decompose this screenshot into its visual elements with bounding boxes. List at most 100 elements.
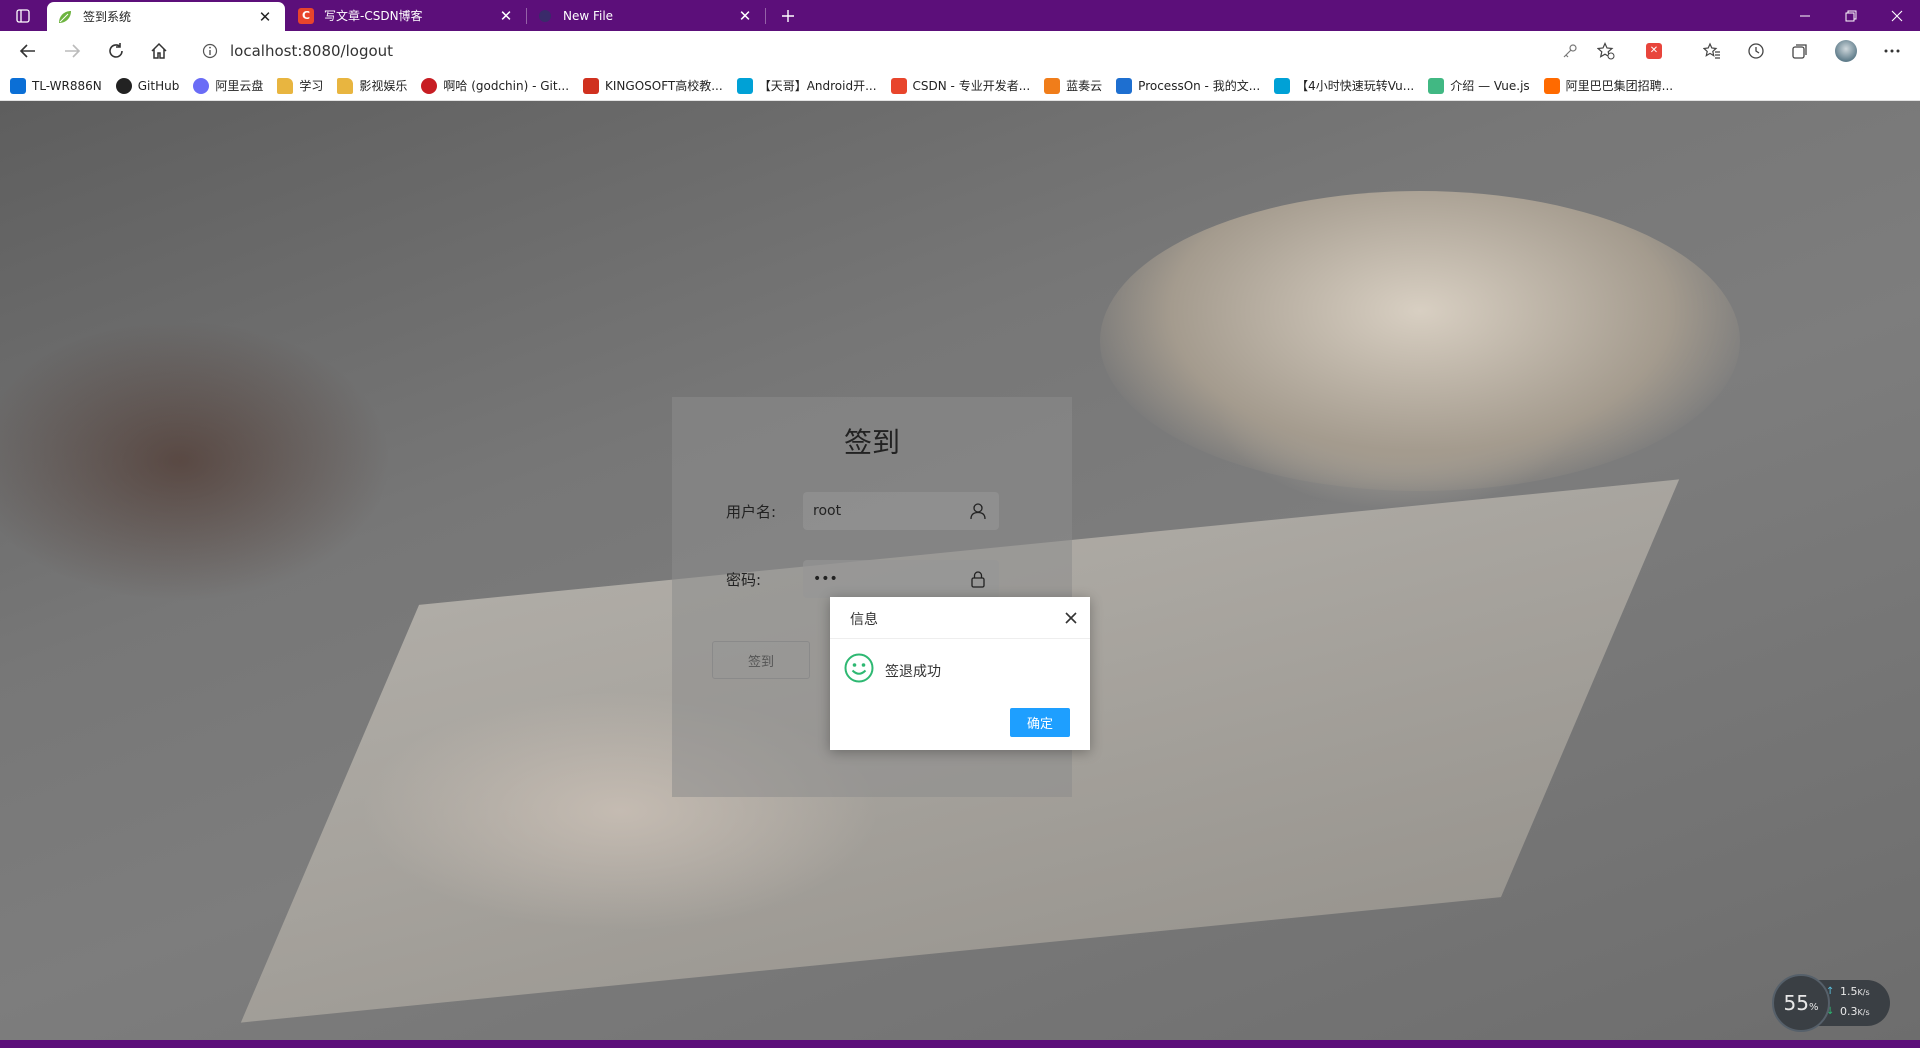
refresh-icon[interactable]	[100, 35, 132, 67]
tab-new-file[interactable]: New File ✕	[527, 0, 765, 31]
gitee-icon	[421, 77, 438, 94]
lanzou-icon	[1044, 77, 1061, 94]
bookmark-item[interactable]: ProcessOn - 我的文...	[1116, 77, 1260, 94]
card-title: 签到	[843, 426, 900, 459]
bilibili-icon	[1274, 77, 1291, 94]
url-text[interactable]: localhost:8080/logout	[230, 42, 393, 60]
processon-icon	[1116, 77, 1133, 94]
tab-close-icon[interactable]: ✕	[257, 9, 273, 25]
bookmark-label: 介绍 — Vue.js	[1450, 79, 1530, 93]
leaf-icon	[57, 9, 73, 25]
tab-separator	[765, 8, 766, 24]
bookmark-label: GitHub	[137, 78, 180, 93]
user-icon	[969, 502, 987, 520]
bookmark-label: 学习	[299, 79, 324, 93]
browser-toolbar: localhost:8080/logout ✕	[0, 31, 1920, 71]
history-icon[interactable]	[1740, 35, 1772, 67]
bookmark-item[interactable]: 阿里巴巴集团招聘...	[1543, 77, 1674, 94]
smile-icon	[844, 653, 874, 683]
bookmark-label: 阿里云盘	[215, 79, 264, 93]
github-icon	[115, 77, 132, 94]
bookmark-item[interactable]: TL-WR886N	[10, 77, 102, 94]
page-background: 签到 用户名: root 密码: ••• 签到 信息 签退成功 确定 ↑ 1.5…	[0, 101, 1920, 1040]
upload-rate: 1.5K/s	[1840, 985, 1870, 998]
bookmark-item[interactable]: CSDN - 专业开发者...	[890, 77, 1031, 94]
password-value: •••	[813, 571, 838, 587]
password-label: 密码:	[726, 571, 762, 589]
tab-close-icon[interactable]: ✕	[737, 8, 753, 24]
tab-signin-system[interactable]: 签到系统 ✕	[47, 2, 285, 31]
new-tab-icon[interactable]	[770, 0, 806, 31]
bookmark-label: 啊哈 (godchin) - Git...	[443, 79, 570, 93]
taskbar-strip	[0, 1040, 1920, 1048]
bookmark-label: TL-WR886N	[32, 78, 102, 93]
info-icon[interactable]	[202, 43, 218, 59]
tab-label: 写文章-CSDN博客	[324, 9, 423, 23]
folder-icon	[277, 77, 294, 94]
tab-actions-icon[interactable]	[0, 0, 46, 31]
bookmark-item[interactable]: 阿里云盘	[193, 77, 263, 94]
bookmark-item[interactable]: 介绍 — Vue.js	[1428, 77, 1530, 94]
address-bar[interactable]: localhost:8080/logout	[188, 36, 1608, 66]
bookmark-label: 【天哥】Android开...	[758, 79, 877, 93]
username-input[interactable]: root	[803, 492, 999, 530]
close-window-icon[interactable]	[1874, 0, 1920, 31]
bookmark-item[interactable]: 学习	[277, 77, 323, 94]
tab-label: 签到系统	[83, 10, 132, 24]
restore-icon[interactable]	[1828, 0, 1874, 31]
lock-icon	[969, 570, 987, 588]
message-dialog: 信息 签退成功 确定	[830, 597, 1090, 750]
tab-close-icon[interactable]: ✕	[498, 8, 514, 24]
usage-percent: 55	[1783, 991, 1809, 1015]
collections-icon[interactable]	[1784, 35, 1816, 67]
background-candle	[1100, 191, 1740, 491]
username-label: 用户名:	[726, 503, 777, 521]
back-icon[interactable]	[12, 35, 44, 67]
csdn-icon	[890, 77, 907, 94]
alibaba-icon	[1543, 77, 1560, 94]
ok-button[interactable]: 确定	[1010, 708, 1070, 737]
close-icon[interactable]	[1062, 609, 1080, 627]
dialog-title: 信息	[850, 612, 878, 628]
network-usage-gauge: 55%	[1772, 974, 1830, 1032]
kingosoft-icon	[583, 77, 600, 94]
download-rate: 0.3K/s	[1840, 1005, 1870, 1018]
bookmark-label: 【4小时快速玩转Vu...	[1296, 79, 1415, 93]
csdn-icon: C	[298, 7, 314, 24]
bookmark-item[interactable]: 【天哥】Android开...	[736, 77, 877, 94]
usage-percent-unit: %	[1808, 1001, 1819, 1013]
bookmark-item[interactable]: 啊哈 (godchin) - Git...	[421, 77, 569, 94]
home-icon[interactable]	[143, 35, 175, 67]
tab-csdn-write[interactable]: C 写文章-CSDN博客 ✕	[288, 0, 526, 31]
bilibili-icon	[736, 77, 753, 94]
bookmark-item[interactable]: GitHub	[115, 77, 180, 94]
folder-icon	[337, 77, 354, 94]
file-icon	[537, 8, 553, 24]
bookmarks-bar: TL-WR886N GitHub 阿里云盘 学习 影视娱乐 啊哈 (godchin) - …	[0, 71, 1920, 101]
bookmark-item[interactable]: KINGOSOFT高校教...	[583, 77, 723, 94]
username-value: root	[813, 503, 842, 519]
bookmark-item[interactable]: 【4小时快速玩转Vu...	[1274, 77, 1414, 94]
signin-button[interactable]: 签到	[712, 641, 810, 679]
bookmark-label: CSDN - 专业开发者...	[912, 79, 1031, 93]
bookmark-item[interactable]: 影视娱乐	[337, 77, 407, 94]
extension-icon[interactable]: ✕	[1638, 35, 1670, 67]
forward-icon[interactable]	[56, 35, 88, 67]
bookmark-label: ProcessOn - 我的文...	[1138, 79, 1261, 93]
favorites-icon[interactable]	[1696, 35, 1728, 67]
tab-label: New File	[563, 8, 614, 23]
more-icon[interactable]	[1876, 35, 1908, 67]
bookmark-label: 蓝奏云	[1066, 79, 1103, 93]
add-favorite-icon[interactable]	[1590, 35, 1622, 67]
key-icon[interactable]	[1554, 35, 1586, 67]
bookmark-label: KINGOSOFT高校教...	[605, 79, 723, 93]
bookmark-label: 阿里巴巴集团招聘...	[1565, 79, 1674, 93]
aliyun-drive-icon	[193, 77, 210, 94]
bookmark-item[interactable]: 蓝奏云	[1044, 77, 1102, 94]
minimize-icon[interactable]	[1782, 0, 1828, 31]
dialog-message: 签退成功	[885, 664, 941, 680]
network-monitor-widget[interactable]: ↑ 1.5K/s ↓ 0.3K/s 55%	[1772, 974, 1892, 1032]
password-input[interactable]: •••	[803, 560, 999, 598]
tplink-icon	[10, 77, 26, 94]
profile-avatar[interactable]	[1830, 35, 1862, 67]
